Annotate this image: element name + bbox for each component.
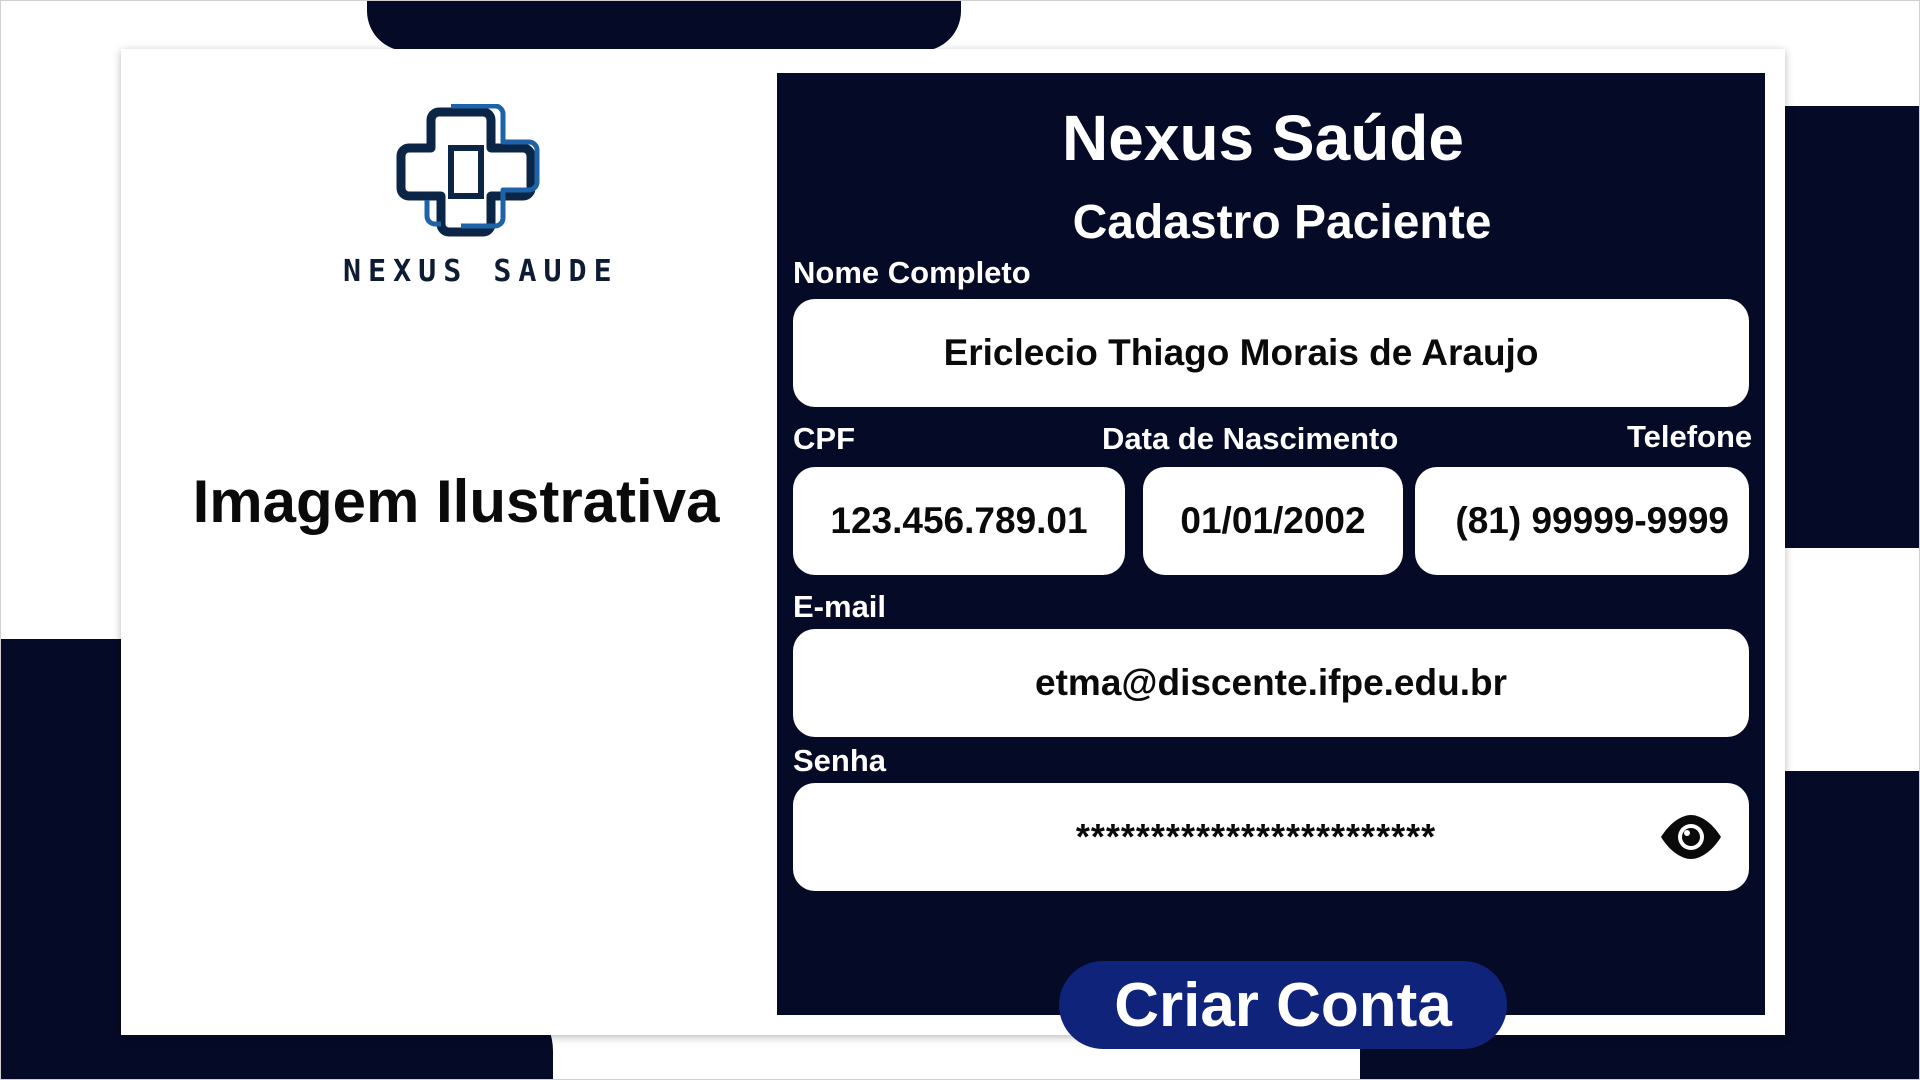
phone-label: Telefone	[1627, 419, 1753, 454]
cpf-field[interactable]: 123.456.789.01	[793, 467, 1125, 575]
brand-name: NEXUS SAUDE	[343, 254, 619, 289]
illustration-panel: NEXUS SAUDE Imagem Ilustrativa	[121, 49, 777, 1035]
full-name-field[interactable]: Ericlecio Thiago Morais de Araujo	[793, 299, 1749, 407]
form-subtitle: Cadastro Paciente	[1072, 196, 1492, 249]
medical-cross-logo-icon	[396, 104, 540, 237]
password-label: Senha	[793, 743, 887, 778]
create-account-button[interactable]: Criar Conta	[1059, 961, 1507, 1049]
signup-form: Nexus Saúde Cadastro Paciente Nome Compl…	[777, 73, 1765, 1049]
background-shape	[367, 1, 961, 51]
cpf-label: CPF	[793, 421, 855, 456]
email-field[interactable]: etma@discente.ifpe.edu.br	[793, 629, 1749, 737]
brand-logo: NEXUS SAUDE	[343, 104, 619, 294]
birthdate-label: Data de Nascimento	[1102, 421, 1399, 456]
eye-icon[interactable]	[1659, 813, 1723, 861]
illustration-caption: Imagem Ilustrativa	[192, 468, 720, 535]
form-title: Nexus Saúde	[1062, 102, 1464, 174]
password-field[interactable]: ************************	[793, 783, 1749, 891]
password-value: ************************	[1075, 816, 1437, 857]
signup-card: NEXUS SAUDE Imagem Ilustrativa Nexus Saú…	[121, 49, 1785, 1049]
screen: NEXUS SAUDE Imagem Ilustrativa Nexus Saú…	[0, 0, 1920, 1080]
name-label: Nome Completo	[793, 255, 1031, 290]
phone-field[interactable]: (81) 99999-9999	[1415, 467, 1749, 575]
email-label: E-mail	[793, 589, 887, 624]
birthdate-field[interactable]: 01/01/2002	[1143, 467, 1403, 575]
